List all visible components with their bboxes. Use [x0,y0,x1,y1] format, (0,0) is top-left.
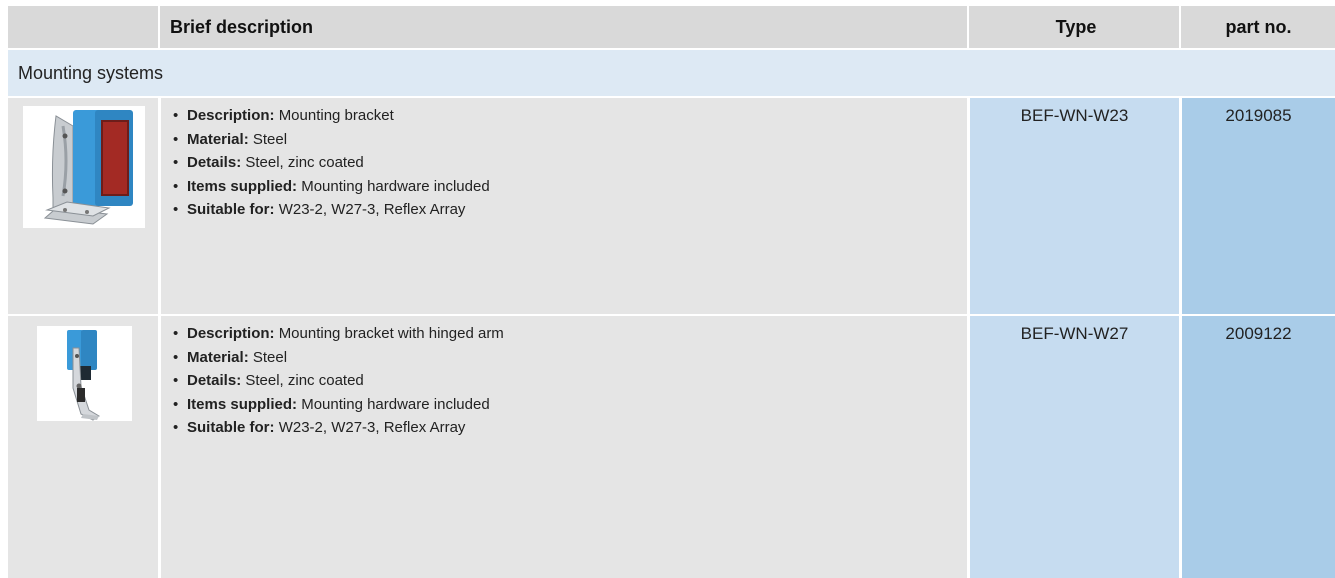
spec-list: • Description: Mounting bracket • Material… [161,98,967,222]
list-item: • Items supplied: Mounting hardware inclu… [173,395,490,413]
spec-label: Suitable for: [187,201,275,218]
spec-label: Material: [187,348,249,366]
list-item: • Material: Steel [173,348,288,366]
section-heading: Mounting systems [8,50,1335,96]
type-cell: BEF-WN-W27 [970,316,1179,578]
mounting-bracket-image [23,106,145,228]
table-row: • Description: Mounting bracket • Material… [8,98,1335,314]
spec-label: Material: [187,130,249,148]
spec-value: Steel, zinc coated [245,154,364,171]
spec-label: Suitable for: [187,419,275,436]
section-title: Mounting systems [18,63,164,83]
spec-label: Description: [187,325,275,342]
spec-label: Details: [187,372,242,389]
spec-label: Description: [187,107,275,124]
product-image-cell [8,316,158,578]
header-brief-description: Brief description [170,17,314,37]
header-part-no: part no. [1225,17,1292,37]
spec-value: Steel [252,348,288,366]
list-item: • Details: Steel, zinc coated [173,372,364,389]
spec-value: Mounting hardware included [301,177,490,195]
spec-value: Mounting bracket [278,107,394,124]
spec-label: Items supplied: [187,395,298,413]
product-image-cell [8,98,158,314]
hinged-bracket-image [37,326,132,421]
spec-list: • Description: Mounting bracket with hing… [161,316,967,440]
product-table: Brief description Type part no. Mounting… [0,0,1335,578]
header-divider [1179,6,1181,48]
table-header: Brief description Type part no. [8,6,1335,48]
type-cell: BEF-WN-W23 [970,98,1179,314]
header-divider [158,6,160,48]
list-item: • Suitable for: W23-2, W27-3, Reflex Arra… [173,201,466,218]
spec-value: Steel, zinc coated [245,372,364,389]
part-no-value: 2009122 [1225,324,1292,343]
header-image-column [8,6,158,48]
list-item: • Material: Steel [173,130,288,148]
list-item: • Items supplied: Mounting hardware inclu… [173,177,490,195]
spec-label: Items supplied: [187,177,298,195]
part-no-value: 2019085 [1225,106,1292,125]
header-type: Type [1055,17,1097,37]
part-no-cell: 2009122 [1182,316,1335,578]
list-item: • Details: Steel, zinc coated [173,154,364,171]
list-item: • Description: Mounting bracket with hing… [173,325,504,342]
header-divider [967,6,969,48]
spec-label: Details: [187,154,242,171]
brief-description-cell: • Description: Mounting bracket • Material… [161,98,967,314]
spec-value: Mounting hardware included [301,395,490,413]
part-no-cell: 2019085 [1182,98,1335,314]
brief-description-cell: • Description: Mounting bracket with hing… [161,316,967,578]
spec-value: W23-2, W27-3, Reflex Array [278,419,466,436]
list-item: • Description: Mounting bracket [173,107,394,124]
spec-value: W23-2, W27-3, Reflex Array [278,201,466,218]
table-row: • Description: Mounting bracket with hing… [8,316,1335,578]
type-value: BEF-WN-W27 [1020,324,1129,343]
list-item: • Suitable for: W23-2, W27-3, Reflex Arra… [173,419,466,436]
spec-value: Mounting bracket with hinged arm [278,325,504,342]
type-value: BEF-WN-W23 [1020,106,1129,125]
spec-value: Steel [252,130,288,148]
